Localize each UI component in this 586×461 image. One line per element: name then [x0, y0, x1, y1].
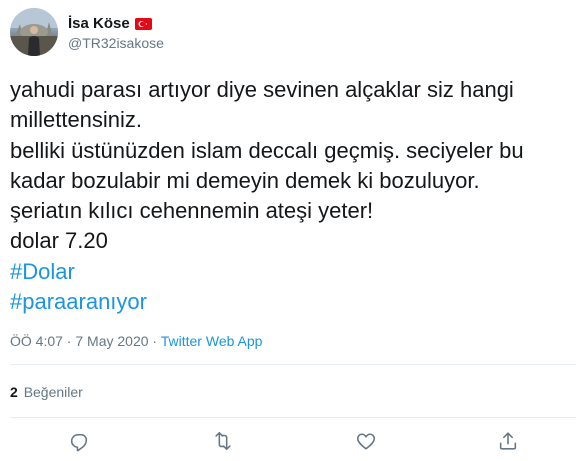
heart-icon — [356, 433, 376, 450]
action-bar — [0, 430, 586, 454]
tweet-line: şeriatın kılıcı cehennemin ateşi yeter! — [10, 198, 374, 224]
source-link[interactable]: Twitter Web App — [161, 333, 263, 349]
tweet-text: yahudi parası artıyor diye sevinen alçak… — [10, 75, 576, 317]
user-handle[interactable]: @TR32isakose — [68, 35, 164, 51]
name-row: İsa Köse — [68, 14, 164, 34]
hashtag-link[interactable]: #paraaranıyor — [10, 287, 576, 317]
share-button[interactable] — [497, 430, 519, 452]
likes-count: 2 — [10, 384, 18, 400]
display-name[interactable]: İsa Köse — [68, 15, 130, 32]
timestamp[interactable]: ÖÖ 4:07 · 7 May 2020 — [10, 333, 149, 349]
divider — [10, 417, 576, 418]
tweet-line: millettensiniz. — [10, 107, 143, 133]
tweet-line: belliki üstünüzden islam deccalı geçmiş.… — [10, 137, 524, 163]
share-icon — [499, 432, 517, 450]
tweet-card: İsa Köse @TR32isakose yahudi parası artı… — [0, 0, 586, 461]
tweet-line: kadar bozulabir mi demeyin demek ki bozu… — [10, 167, 480, 193]
turkey-flag-icon — [134, 17, 152, 30]
likes-label: Beğeniler — [23, 384, 83, 400]
tweet-line: dolar 7.20 — [10, 228, 108, 254]
avatar[interactable] — [10, 8, 58, 56]
retweet-button[interactable] — [212, 430, 234, 452]
tweet-meta: ÖÖ 4:07 · 7 May 2020 · Twitter Web App — [10, 333, 262, 349]
tweet-header: İsa Köse @TR32isakose — [10, 8, 164, 56]
reply-icon — [70, 433, 88, 452]
tweet-line: yahudi parası artıyor diye sevinen alçak… — [10, 77, 514, 102]
user-names: İsa Köse @TR32isakose — [68, 14, 164, 51]
hashtag-link[interactable]: #Dolar — [10, 257, 576, 287]
avatar-photo — [10, 8, 58, 56]
divider — [10, 364, 576, 365]
likes-stat[interactable]: 2 Beğeniler — [10, 384, 83, 400]
retweet-icon — [215, 431, 231, 451]
like-button[interactable] — [355, 430, 377, 452]
reply-button[interactable] — [69, 430, 91, 452]
meta-separator: · — [148, 333, 161, 349]
